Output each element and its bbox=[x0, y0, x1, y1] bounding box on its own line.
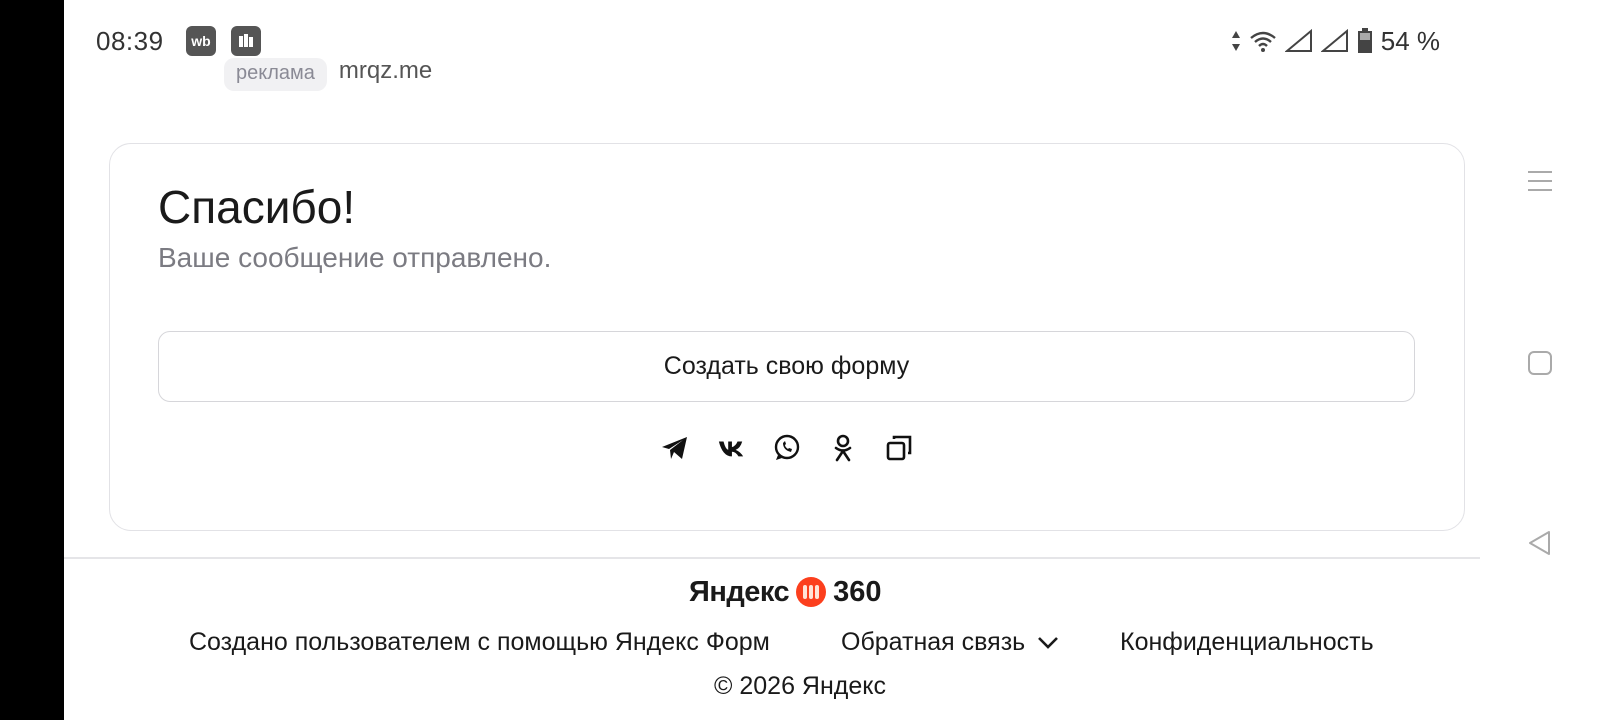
recent-apps-icon[interactable] bbox=[1525, 166, 1555, 196]
screen: 08:39 wb 54 % реклама mrqz.me Спасибо! В… bbox=[0, 0, 1600, 720]
copyright: © 2026 Яндекс bbox=[714, 672, 886, 700]
wifi-icon bbox=[1249, 31, 1276, 52]
wildberries-app-icon: wb bbox=[186, 26, 216, 56]
footer-divider bbox=[64, 557, 1480, 559]
signal-icon-1 bbox=[1284, 29, 1312, 52]
feedback-label: Обратная связь bbox=[841, 628, 1026, 656]
page-title: Спасибо! bbox=[158, 181, 356, 233]
yandex-360-logo[interactable]: Яндекс 360 bbox=[689, 574, 882, 610]
ad-domain[interactable]: mrqz.me bbox=[339, 57, 432, 85]
home-icon[interactable] bbox=[1525, 348, 1555, 378]
back-icon[interactable] bbox=[1525, 528, 1555, 558]
create-form-button[interactable]: Создать свою форму bbox=[158, 331, 1415, 402]
whatsapp-icon[interactable] bbox=[773, 434, 801, 462]
left-black-bar bbox=[0, 0, 64, 720]
document-app-icon bbox=[231, 26, 261, 56]
system-navigation-bar bbox=[1480, 0, 1600, 720]
ad-badge: реклама bbox=[224, 58, 327, 91]
vk-icon[interactable] bbox=[717, 434, 745, 462]
yandex-360-logo-icon bbox=[796, 577, 827, 607]
odnoklassniki-icon[interactable] bbox=[829, 434, 857, 462]
telegram-icon[interactable] bbox=[661, 434, 689, 462]
chevron-down-icon bbox=[1038, 636, 1059, 649]
battery-icon bbox=[1357, 28, 1372, 53]
status-time: 08:39 bbox=[96, 26, 164, 56]
ad-row[interactable]: реклама mrqz.me bbox=[224, 57, 432, 91]
created-by-link[interactable]: Создано пользователем с помощью Яндекс Ф… bbox=[189, 628, 770, 657]
success-card: Спасибо! Ваше сообщение отправлено. Созд… bbox=[109, 143, 1465, 531]
signal-icon-2 bbox=[1320, 29, 1348, 52]
battery-percent: 54 % bbox=[1380, 25, 1440, 56]
logo-number: 360 bbox=[833, 575, 882, 608]
share-buttons bbox=[110, 434, 1464, 462]
logo-text: Яндекс bbox=[689, 575, 790, 608]
success-message: Ваше сообщение отправлено. bbox=[158, 242, 552, 273]
data-arrows-icon bbox=[1231, 31, 1240, 51]
footer-links: Создано пользователем с помощью Яндекс Ф… bbox=[64, 628, 1480, 664]
privacy-link[interactable]: Конфиденциальность bbox=[1120, 628, 1374, 657]
copy-icon[interactable] bbox=[885, 434, 913, 462]
feedback-dropdown[interactable]: Обратная связь bbox=[841, 628, 1059, 657]
status-indicators: 54 % bbox=[1231, 26, 1440, 56]
